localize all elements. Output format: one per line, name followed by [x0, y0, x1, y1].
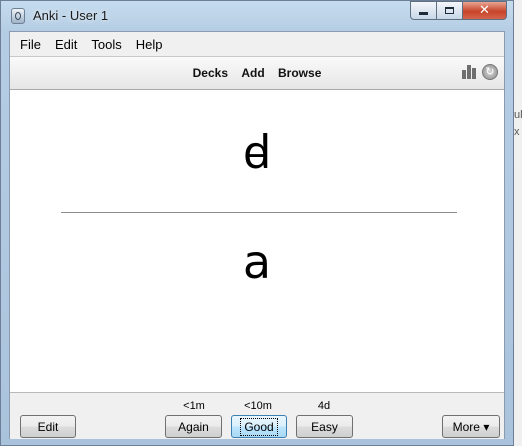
answer-bar: Edit <1m Again <10m Good 4d Easy More ▾ [10, 393, 504, 439]
easy-button-label: Easy [311, 419, 338, 434]
nav-decks-link[interactable]: Decks [193, 66, 228, 80]
close-button[interactable]: ✕ [463, 1, 507, 20]
again-button-label: Again [178, 419, 209, 434]
menu-help[interactable]: Help [130, 37, 169, 52]
top-navigation: Decks Add Browse [10, 66, 504, 80]
again-interval: <1m [183, 400, 205, 412]
nav-browse-link[interactable]: Browse [278, 66, 321, 80]
more-button-label: More ▾ [452, 419, 490, 434]
window-caption-buttons: ✕ [410, 1, 507, 20]
title-bar[interactable]: Anki - User 1 ✕ [1, 1, 513, 31]
again-button[interactable]: Again [165, 415, 222, 438]
maximize-button[interactable] [437, 1, 463, 20]
anki-main-window: Anki - User 1 ✕ File Edit Tools Help Dec… [0, 0, 514, 446]
easy-button[interactable]: Easy [296, 415, 353, 438]
card-question: ꟈ [242, 125, 272, 179]
menu-file[interactable]: File [14, 37, 47, 52]
easy-interval: 4d [317, 400, 331, 412]
minimize-icon [419, 12, 428, 15]
answer-divider [61, 212, 457, 213]
background-text-fragment: ul [514, 109, 522, 121]
anki-app-icon[interactable] [11, 8, 25, 24]
menu-tools[interactable]: Tools [85, 37, 127, 52]
good-interval: <10m [244, 400, 272, 412]
card-display: ꟈ a [10, 90, 504, 393]
good-button[interactable]: Good [231, 415, 287, 438]
background-text-fragment: x [514, 126, 520, 138]
edit-button-label: Edit [37, 419, 59, 434]
top-toolbar: Decks Add Browse ↻ [10, 56, 504, 90]
nav-add-link[interactable]: Add [241, 66, 264, 80]
menu-bar: File Edit Tools Help [10, 32, 504, 56]
maximize-icon [445, 7, 454, 14]
client-area: File Edit Tools Help Decks Add Browse ↻ … [9, 31, 505, 439]
edit-button[interactable]: Edit [20, 415, 76, 438]
minimize-button[interactable] [410, 1, 437, 20]
close-icon: ✕ [479, 3, 490, 18]
stats-icon[interactable] [462, 65, 478, 79]
good-button-label: Good [240, 417, 278, 436]
window-title: Anki - User 1 [33, 8, 109, 23]
more-button[interactable]: More ▾ [442, 415, 500, 438]
sync-icon[interactable]: ↻ [482, 64, 498, 80]
menu-edit[interactable]: Edit [49, 37, 83, 52]
card-answer: a [242, 235, 272, 289]
